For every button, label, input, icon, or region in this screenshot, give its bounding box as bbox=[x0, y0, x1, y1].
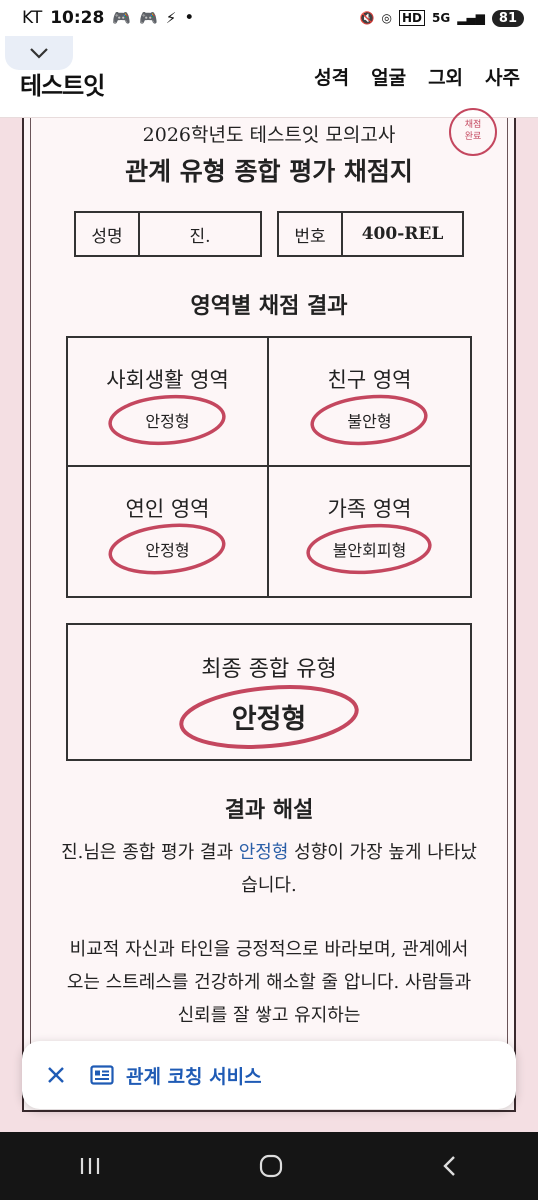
number-label: 번호 bbox=[279, 213, 343, 255]
name-label: 성명 bbox=[76, 213, 140, 255]
news-card-icon bbox=[90, 1065, 114, 1085]
final-result-label: 최종 종합 유형 bbox=[201, 657, 337, 682]
explanation-paragraph-1: 진.님은 종합 평가 결과 안정형 성향이 가장 높게 나타났습니다. bbox=[60, 836, 478, 902]
network-badge: 5G bbox=[432, 11, 451, 25]
graded-stamp: 채점 완료 bbox=[449, 108, 497, 156]
nav-item-face[interactable]: 얼굴 bbox=[371, 63, 406, 90]
area-name: 가족 영역 bbox=[327, 497, 412, 521]
area-result: 불안회피형 bbox=[306, 523, 433, 575]
signal-icon: ▂▄▆ bbox=[457, 11, 485, 25]
area-name: 연인 영역 bbox=[125, 497, 210, 521]
hotspot-icon: ◎ bbox=[381, 11, 392, 25]
area-result: 안정형 bbox=[108, 523, 226, 575]
close-icon bbox=[48, 1067, 64, 1083]
main-nav: 성격 얼굴 그외 사주 bbox=[314, 63, 520, 90]
chevron-down-icon bbox=[30, 48, 48, 59]
area-cell-social: 사회생활 영역 안정형 bbox=[68, 338, 269, 467]
area-result: 안정형 bbox=[108, 394, 227, 446]
area-cell-friend: 친구 영역 불안형 bbox=[269, 338, 470, 467]
nav-item-other[interactable]: 그외 bbox=[428, 63, 463, 90]
game-controller-icon: 🎮 bbox=[112, 9, 132, 27]
stamp-line-2: 완료 bbox=[464, 132, 482, 142]
status-bar: KT 10:28 🎮 🎮 ⚡ • 🔇 ◎ HD 5G ▂▄▆ 81 bbox=[0, 0, 538, 36]
stamp-line-1: 채점 bbox=[464, 120, 482, 131]
nav-item-saju[interactable]: 사주 bbox=[485, 63, 520, 90]
area-result-text: 안정형 bbox=[145, 541, 190, 560]
explanation-title: 결과 해설 bbox=[224, 797, 314, 823]
final-result-box: 최종 종합 유형 안정형 bbox=[66, 623, 472, 761]
area-name: 사회생활 영역 bbox=[106, 368, 229, 392]
site-header: 테스트잇 성격 얼굴 그외 사주 bbox=[0, 36, 538, 118]
final-result: 안정형 bbox=[179, 684, 359, 749]
area-result-text: 안정형 bbox=[145, 412, 190, 431]
hd-badge: HD bbox=[399, 10, 426, 26]
carrier-label: KT bbox=[22, 8, 43, 28]
coaching-service-bar: 관계 코칭 서비스 bbox=[22, 1041, 516, 1109]
area-name: 친구 영역 bbox=[327, 368, 412, 392]
number-box: 번호 400-REL bbox=[277, 211, 464, 257]
sheet-title: 관계 유형 종합 평가 채점지 bbox=[125, 157, 413, 186]
area-cell-lover: 연인 영역 안정형 bbox=[68, 467, 269, 596]
recent-apps-icon[interactable] bbox=[78, 1156, 102, 1176]
nav-item-personality[interactable]: 성격 bbox=[314, 63, 349, 90]
collapse-toolbar-button[interactable] bbox=[5, 36, 73, 70]
game-controller-icon: 🎮 bbox=[139, 9, 158, 27]
home-icon[interactable] bbox=[258, 1153, 284, 1179]
explanation-text: 진.님은 종합 평가 결과 bbox=[61, 842, 239, 863]
area-results-grid: 사회생활 영역 안정형 친구 영역 불안형 연인 영역 안정형 가족 영역 불안… bbox=[66, 336, 472, 598]
explanation-paragraph-2: 비교적 자신과 타인을 긍정적으로 바라보며, 관계에서 오는 스트레스를 건강… bbox=[66, 939, 472, 1026]
area-cell-family: 가족 영역 불안회피형 bbox=[269, 467, 470, 596]
final-result-text: 안정형 bbox=[231, 704, 307, 735]
coaching-service-link[interactable]: 관계 코칭 서비스 bbox=[90, 1062, 262, 1089]
close-button[interactable] bbox=[22, 1066, 90, 1084]
back-icon[interactable] bbox=[440, 1155, 460, 1177]
number-value: 400-REL bbox=[361, 224, 444, 244]
battery-indicator: 81 bbox=[491, 9, 524, 27]
name-box: 성명 진. bbox=[74, 211, 262, 257]
mute-icon: 🔇 bbox=[359, 11, 375, 25]
clock: 10:28 bbox=[50, 8, 105, 28]
area-result-text: 불안형 bbox=[347, 412, 392, 431]
system-nav-bar bbox=[0, 1132, 538, 1200]
results-title: 영역별 채점 결과 bbox=[190, 293, 348, 319]
area-result-text: 불안회피형 bbox=[332, 541, 407, 560]
site-logo[interactable]: 테스트잇 bbox=[20, 66, 105, 101]
coaching-service-label: 관계 코칭 서비스 bbox=[126, 1065, 262, 1088]
name-value: 진. bbox=[189, 226, 211, 247]
bolt-icon: ⚡ bbox=[165, 9, 177, 27]
area-result: 불안형 bbox=[310, 394, 429, 446]
dot-icon: • bbox=[184, 8, 195, 28]
type-highlight: 안정형 bbox=[238, 842, 289, 863]
